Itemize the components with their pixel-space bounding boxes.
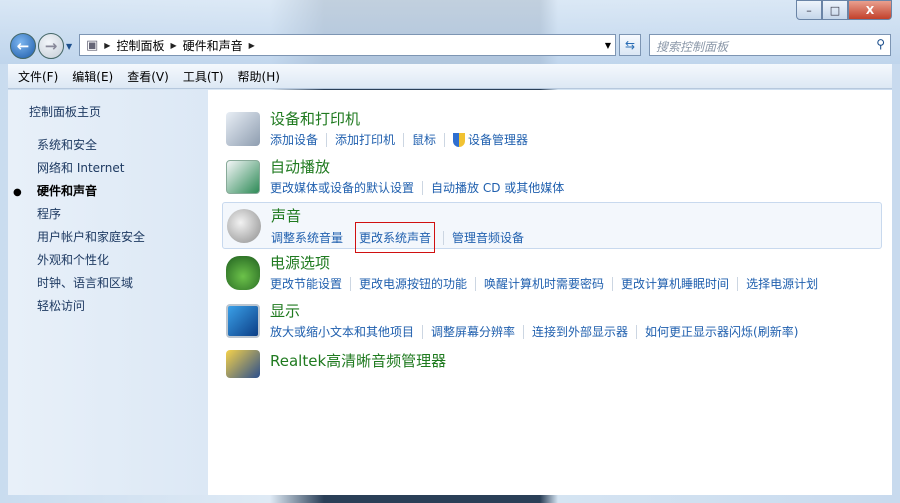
- search-placeholder: 搜索控制面板: [656, 40, 729, 54]
- forward-button[interactable]: →: [38, 33, 64, 59]
- sidebar-item-network[interactable]: 网络和 Internet: [37, 159, 124, 176]
- sidebar-item-user-accounts[interactable]: 用户帐户和家庭安全: [37, 228, 145, 245]
- monitor-icon: [226, 304, 260, 338]
- section-sound: 声音 调整系统音量 更改系统声音 管理音频设备: [222, 202, 882, 253]
- control-panel-icon: ▣: [86, 37, 99, 53]
- refresh-button[interactable]: ⇆: [619, 34, 641, 56]
- shield-icon: [453, 132, 466, 147]
- sidebar-home[interactable]: 控制面板主页: [29, 103, 101, 120]
- search-input[interactable]: 搜索控制面板 ⚲: [649, 34, 891, 56]
- link-refresh-rate[interactable]: 如何更正显示器闪烁(刷新率): [645, 323, 798, 340]
- menu-tools[interactable]: 工具(T): [183, 68, 224, 85]
- link-mouse[interactable]: 鼠标: [412, 131, 436, 148]
- menu-view[interactable]: 查看(V): [127, 68, 169, 85]
- menu-bar: 文件(F) 编辑(E) 查看(V) 工具(T) 帮助(H): [8, 64, 892, 89]
- link-power-button[interactable]: 更改电源按钮的功能: [359, 275, 467, 292]
- link-change-default-media[interactable]: 更改媒体或设备的默认设置: [270, 179, 414, 196]
- address-bar[interactable]: ▣ ▶ 控制面板 ▶ 硬件和声音 ▶ ▼: [79, 34, 616, 56]
- link-add-printer[interactable]: 添加打印机: [335, 131, 395, 148]
- link-device-manager[interactable]: 设备管理器: [468, 131, 528, 148]
- menu-help[interactable]: 帮助(H): [238, 68, 280, 85]
- link-resolution[interactable]: 调整屏幕分辨率: [431, 323, 515, 340]
- sidebar-item-system-security[interactable]: 系统和安全: [37, 136, 97, 153]
- link-wake-password[interactable]: 唤醒计算机时需要密码: [484, 275, 604, 292]
- section-autoplay: 自动播放 更改媒体或设备的默认设置 自动播放 CD 或其他媒体: [222, 154, 882, 201]
- section-title[interactable]: 电源选项: [270, 252, 330, 273]
- address-dropdown-icon[interactable]: ▼: [605, 41, 611, 50]
- sidebar-item-ease-of-access[interactable]: 轻松访问: [37, 297, 85, 314]
- window-controls: – □ X: [796, 0, 892, 20]
- link-text-size[interactable]: 放大或缩小文本和其他项目: [270, 323, 414, 340]
- realtek-audio-icon: [226, 350, 260, 378]
- close-button[interactable]: X: [848, 0, 892, 20]
- sidebar-item-programs[interactable]: 程序: [37, 205, 61, 222]
- link-adjust-volume[interactable]: 调整系统音量: [271, 229, 343, 246]
- menu-file[interactable]: 文件(F): [18, 68, 58, 85]
- back-button[interactable]: ←: [10, 33, 36, 59]
- section-display: 显示 放大或缩小文本和其他项目 调整屏幕分辨率 连接到外部显示器 如何更正显示器…: [222, 298, 882, 345]
- sidebar-item-hardware-sound: 硬件和声音: [37, 184, 98, 198]
- recent-pages-dropdown-icon[interactable]: ▼: [66, 42, 72, 51]
- section-title[interactable]: 显示: [270, 300, 300, 321]
- link-add-device[interactable]: 添加设备: [270, 131, 318, 148]
- section-title[interactable]: Realtek高清晰音频管理器: [270, 350, 446, 371]
- current-bullet-icon: ●: [13, 187, 22, 198]
- link-power-settings[interactable]: 更改节能设置: [270, 275, 342, 292]
- section-title[interactable]: 设备和打印机: [270, 108, 360, 129]
- printer-icon: [226, 112, 260, 146]
- search-icon[interactable]: ⚲: [876, 37, 885, 51]
- sidebar-item-appearance[interactable]: 外观和个性化: [37, 251, 109, 268]
- breadcrumb-control-panel[interactable]: 控制面板: [116, 37, 164, 54]
- link-external-display[interactable]: 连接到外部显示器: [532, 323, 628, 340]
- link-autoplay-cd[interactable]: 自动播放 CD 或其他媒体: [431, 179, 564, 196]
- autoplay-icon: [226, 160, 260, 194]
- section-title[interactable]: 自动播放: [270, 156, 330, 177]
- link-sleep-time[interactable]: 更改计算机睡眠时间: [621, 275, 729, 292]
- sidebar-item-clock-region[interactable]: 时钟、语言和区域: [37, 274, 133, 291]
- menu-edit[interactable]: 编辑(E): [72, 68, 113, 85]
- battery-icon: [226, 256, 260, 290]
- chevron-right-icon[interactable]: ▶: [104, 41, 110, 50]
- chevron-right-icon[interactable]: ▶: [170, 41, 176, 50]
- link-power-plan[interactable]: 选择电源计划: [746, 275, 818, 292]
- link-change-system-sounds[interactable]: 更改系统声音: [355, 222, 436, 253]
- chevron-right-icon[interactable]: ▶: [249, 41, 255, 50]
- section-devices-printers: 设备和打印机 添加设备 添加打印机 鼠标 设备管理器: [222, 106, 882, 153]
- breadcrumb-hardware-sound[interactable]: 硬件和声音: [183, 37, 243, 54]
- maximize-button[interactable]: □: [822, 0, 848, 20]
- link-manage-audio-devices[interactable]: 管理音频设备: [452, 229, 524, 246]
- minimize-button[interactable]: –: [796, 0, 822, 20]
- speaker-icon: [227, 209, 261, 243]
- section-title[interactable]: 声音: [271, 205, 301, 226]
- section-power: 电源选项 更改节能设置 更改电源按钮的功能 唤醒计算机时需要密码 更改计算机睡眠…: [222, 250, 882, 297]
- section-realtek: Realtek高清晰音频管理器: [222, 348, 882, 395]
- nav-buttons: ← → ▼: [10, 33, 72, 59]
